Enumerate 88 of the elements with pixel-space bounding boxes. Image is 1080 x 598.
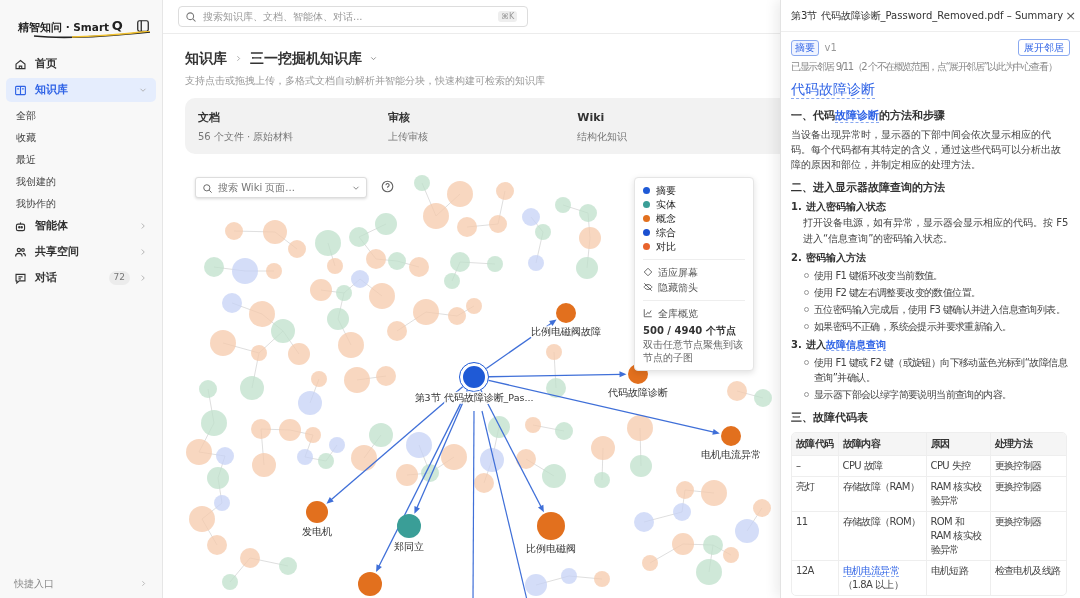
table-cell: CPU 故障 bbox=[838, 455, 926, 476]
bullet-text: 使用 F2 键左右调整要改变的数值位置。 bbox=[814, 285, 981, 300]
table-cell: 检查电机及线路 bbox=[990, 560, 1066, 595]
bullet-text: 五位密码输入完成后，使用 F3 键确认并进入信息查询列表。 bbox=[814, 302, 1066, 317]
logo-text: 精智知问 · Smart bbox=[18, 20, 110, 35]
table-cell: 更换控制器 bbox=[990, 476, 1066, 511]
section-heading: 三、故障代码表 bbox=[791, 409, 869, 426]
nav-subitem[interactable]: 我创建的 bbox=[6, 170, 156, 192]
page-heading-link[interactable]: 代码故障诊断 bbox=[791, 80, 875, 99]
nav-subitem[interactable]: 全部 bbox=[6, 104, 156, 126]
nav-subitem[interactable]: 最近 bbox=[6, 148, 156, 170]
node-label: 比例电磁阀 bbox=[526, 542, 576, 554]
graph-search-field[interactable]: 搜索 Wiki 页面... bbox=[195, 176, 367, 198]
legend-action[interactable]: 隐藏箭头 bbox=[643, 279, 745, 295]
breadcrumb-item[interactable]: 三一挖掘机知识库 bbox=[250, 48, 362, 70]
neighbors-note: 已显示邻居 9/11（2 个不在概览范围，点“展开邻居”以此为中心查看） bbox=[791, 60, 1058, 73]
shortcuts-link[interactable]: 快捷入口 bbox=[14, 575, 54, 591]
nav-item[interactable]: 共享空间 bbox=[6, 240, 156, 264]
step-title: 进入密码输入状态 bbox=[805, 199, 886, 214]
node-label: 郑同立 bbox=[394, 540, 424, 552]
step-number: 3. bbox=[791, 337, 802, 352]
table-cell: CPU 失控 bbox=[926, 455, 990, 476]
panel-title: 第3节 代码故障诊断_Password_Removed.pdf – Summary bbox=[791, 9, 1064, 23]
step-text: 打开设备电源，如有异常，显示器会显示相应的代码。按 F5 进入“信息查询”的密码输入状态。 bbox=[802, 215, 1070, 246]
table-cell: 12A bbox=[792, 560, 838, 595]
legend-label: 综合 bbox=[656, 226, 676, 241]
type-tag: 摘要 bbox=[791, 39, 819, 56]
node-count: 500 / 4940 个节点 bbox=[643, 323, 737, 338]
tile-title[interactable]: 审核 bbox=[387, 109, 578, 127]
cell-note: （1.8A 以上） bbox=[842, 577, 905, 592]
close-button[interactable]: × bbox=[1063, 9, 1079, 22]
table-cell: ROM 和 RAM 核实校验异常 bbox=[926, 511, 990, 560]
legend-label: 摘要 bbox=[656, 184, 676, 199]
version-label: v1 bbox=[824, 41, 837, 55]
column-header: 故障代码 bbox=[792, 432, 838, 455]
table-cell: 存储故障（ROM） bbox=[838, 511, 926, 560]
section-heading: 二、进入显示器故障查询的方法 bbox=[791, 179, 946, 196]
wiki-link[interactable]: 电机电流异常 bbox=[842, 564, 899, 577]
step-number: 2. bbox=[791, 250, 802, 265]
node-label: 代码故障诊断 bbox=[608, 386, 668, 398]
tile-title[interactable]: Wiki bbox=[577, 109, 767, 127]
nav-item[interactable]: 知识库 bbox=[6, 78, 156, 102]
nav-item[interactable]: 对话 72 bbox=[6, 266, 156, 290]
node-label: 发电机 bbox=[302, 525, 332, 537]
expand-neighbors-button[interactable]: 展开邻居 bbox=[1018, 39, 1070, 56]
node-label: 电机电流异常 bbox=[701, 448, 761, 460]
nav-item[interactable]: 首页 bbox=[6, 52, 156, 76]
node-label: 比例电磁阀故障 bbox=[531, 325, 601, 337]
nav-subitem[interactable]: 收藏 bbox=[6, 126, 156, 148]
legend-label: 对比 bbox=[656, 240, 676, 255]
table-cell: – bbox=[792, 455, 838, 476]
table-cell: 电机短路 bbox=[926, 560, 990, 595]
table-cell: 亮灯 bbox=[792, 476, 838, 511]
nav-subitem[interactable]: 我协作的 bbox=[6, 192, 156, 214]
step-title: 进入故障信息查询 bbox=[805, 337, 886, 353]
nav-item[interactable]: 智能体 bbox=[6, 214, 156, 238]
tile-subtitle: 56 个文件 · 原始材料 bbox=[198, 130, 295, 145]
logo-mark: Q bbox=[111, 17, 123, 36]
wiki-link[interactable]: 故障诊断 bbox=[835, 108, 879, 123]
tile-subtitle: 上传审核 bbox=[387, 130, 429, 145]
tile-title[interactable]: 文档 bbox=[198, 109, 388, 127]
column-header: 处理方法 bbox=[990, 432, 1066, 455]
step-title: 密码输入方法 bbox=[805, 250, 866, 265]
bullet-text: 显示器下部会以绿字简要说明当前查询的内容。 bbox=[814, 387, 1012, 402]
breadcrumb-item[interactable]: 知识库 bbox=[185, 48, 227, 70]
shortcut-hint: ⌘K bbox=[498, 11, 518, 22]
legend-action[interactable]: 适应屏幕 bbox=[643, 264, 745, 280]
bullet-text: 如果密码不正确，系统会提示并要求重新输入。 bbox=[814, 319, 1012, 334]
legend-label: 实体 bbox=[656, 198, 676, 213]
table-cell: 存储故障（RAM） bbox=[838, 476, 926, 511]
bullet-text: 使用 F1 键循环改变当前数值。 bbox=[814, 268, 943, 283]
table-cell: 更换控制器 bbox=[990, 455, 1066, 476]
page-subtitle: 支持点击或拖拽上传，多格式文档自动解析并智能分块，快速构建可检索的知识库 bbox=[185, 73, 546, 88]
paragraph: 当设备出现异常时，显示器的下部中间会依次显示相应的代码。每个代码都有其特定的含义，通过这些代码可以分析出故障的原因和部位，并制定相应的处理方法。 bbox=[791, 127, 1062, 172]
overview-button[interactable]: 全库概览 bbox=[643, 305, 745, 321]
column-header: 原因 bbox=[926, 432, 990, 455]
graph-hint: 双击任意节点聚焦到该节点的子图 bbox=[643, 337, 744, 364]
table-cell: 11 bbox=[792, 511, 838, 560]
table-cell: 更换控制器 bbox=[990, 511, 1066, 560]
table-cell: RAM 核实校验异常 bbox=[926, 476, 990, 511]
wiki-link[interactable]: 故障信息查询 bbox=[825, 338, 886, 351]
step-number: 1. bbox=[791, 199, 802, 214]
count-badge: 72 bbox=[108, 271, 130, 285]
tile-subtitle: 结构化知识 bbox=[577, 130, 629, 145]
column-header: 故障内容 bbox=[838, 432, 926, 455]
section-heading: 一、代码故障诊断的方法和步骤 bbox=[791, 107, 946, 124]
bullet-text: 使用 F1 键或 F2 键（或旋钮）向下移动蓝色光标到“故障信息查询”并确认。 bbox=[814, 355, 1069, 385]
legend-label: 概念 bbox=[656, 212, 676, 227]
